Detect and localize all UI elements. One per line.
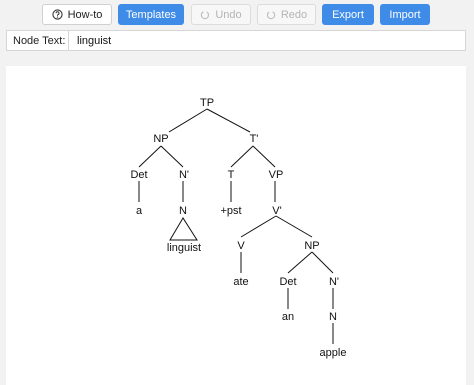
node-np2[interactable]: NP xyxy=(304,240,319,252)
branch-np-det2 xyxy=(287,251,313,274)
branch-np-nbar2 xyxy=(311,251,334,274)
tree-nodes: TP NP T' Det N' T VP a N +pst V' linguis… xyxy=(130,97,346,359)
tree-canvas[interactable]: TP NP T' Det N' T VP a N +pst V' linguis… xyxy=(6,66,466,385)
undo-icon xyxy=(200,10,210,20)
question-circle-icon xyxy=(51,9,63,20)
branch-tp-np xyxy=(168,108,208,133)
node-pst[interactable]: +pst xyxy=(220,205,241,217)
node-v[interactable]: V xyxy=(237,240,245,252)
branch-tp-tbar xyxy=(206,108,251,133)
node-text-label: Node Text: xyxy=(7,31,69,50)
branch-tbar-t xyxy=(230,145,254,168)
howto-label: How-to xyxy=(67,8,103,21)
node-ate[interactable]: ate xyxy=(233,276,248,288)
import-label: Import xyxy=(389,8,421,21)
export-label: Export xyxy=(332,8,364,21)
node-apple[interactable]: apple xyxy=(320,347,347,359)
branch-tbar-vp xyxy=(252,145,276,168)
node-text-row: Node Text: xyxy=(6,30,466,51)
node-tp[interactable]: TP xyxy=(200,97,214,109)
templates-button[interactable]: Templates xyxy=(118,4,184,25)
node-n[interactable]: N xyxy=(179,205,187,217)
node-vbar[interactable]: V' xyxy=(272,205,281,217)
branch-vbar-np xyxy=(275,215,313,238)
syntax-tree: TP NP T' Det N' T VP a N +pst V' linguis… xyxy=(130,97,346,359)
triangle-n-linguist xyxy=(169,217,198,241)
node-text-input[interactable] xyxy=(77,33,457,48)
node-t[interactable]: T xyxy=(228,169,235,181)
node-linguist[interactable]: linguist xyxy=(167,242,201,254)
branch-vbar-v xyxy=(240,215,277,238)
export-button[interactable]: Export xyxy=(322,4,374,25)
toolbar: How-to Templates Undo Redo Export Import xyxy=(0,0,474,30)
branch-np-det xyxy=(138,145,162,168)
branch-np-nbar xyxy=(160,145,184,168)
undo-label: Undo xyxy=(215,8,242,21)
node-vp[interactable]: VP xyxy=(269,169,284,181)
redo-label: Redo xyxy=(280,8,308,21)
node-an[interactable]: an xyxy=(282,311,294,323)
node-tbar[interactable]: T' xyxy=(250,133,259,145)
templates-label: Templates xyxy=(125,8,177,21)
node-det2[interactable]: Det xyxy=(279,276,296,288)
howto-button[interactable]: How-to xyxy=(42,4,112,25)
undo-button[interactable]: Undo xyxy=(191,4,251,25)
redo-button[interactable]: Redo xyxy=(257,4,316,25)
node-det[interactable]: Det xyxy=(130,169,147,181)
import-button[interactable]: Import xyxy=(380,4,430,25)
node-nbar2[interactable]: N' xyxy=(329,276,339,288)
node-nbar[interactable]: N' xyxy=(179,169,189,181)
redo-icon xyxy=(266,10,276,20)
node-np[interactable]: NP xyxy=(153,133,168,145)
node-a[interactable]: a xyxy=(136,205,143,217)
node-n2[interactable]: N xyxy=(329,311,337,323)
